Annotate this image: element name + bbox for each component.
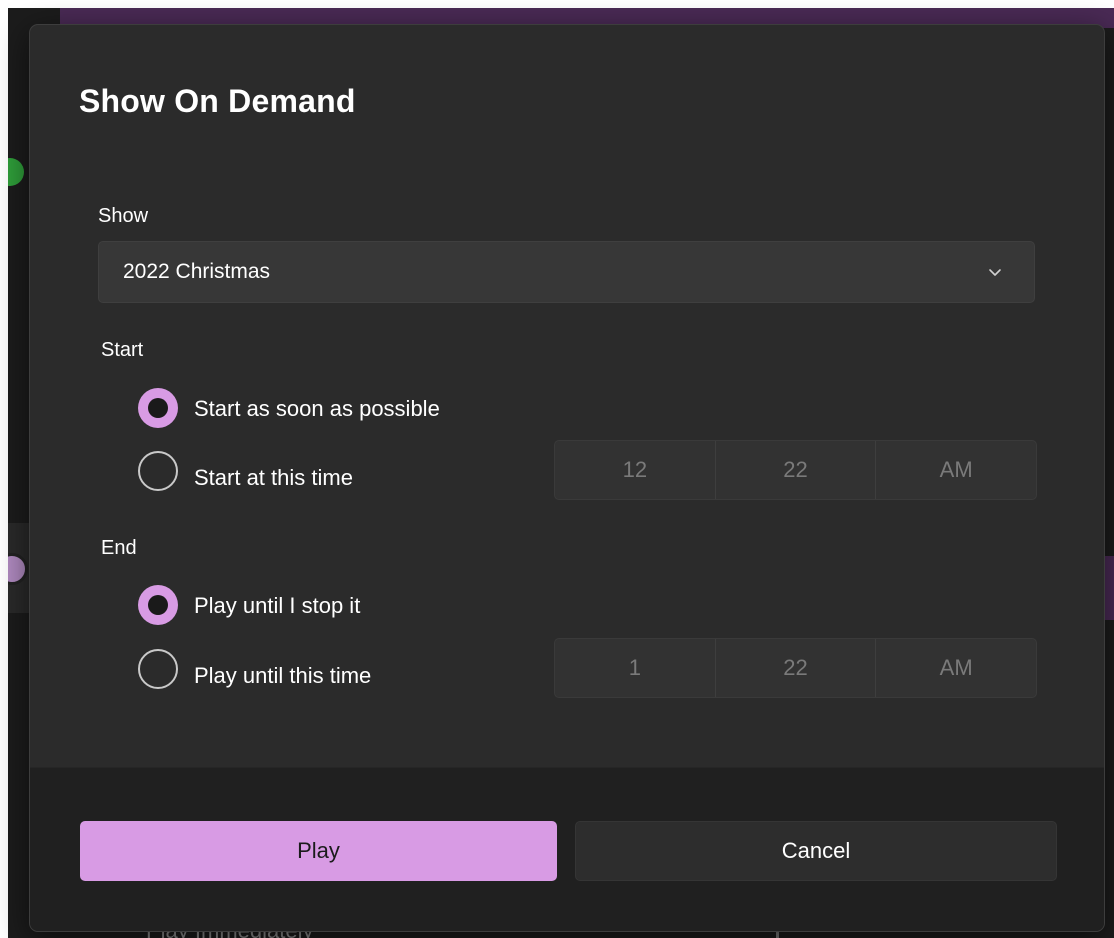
start-asap-label: Start as soon as possible bbox=[194, 396, 440, 421]
play-button[interactable]: Play bbox=[80, 821, 557, 881]
end-time-picker[interactable]: 1 22 AM bbox=[554, 638, 1037, 698]
end-minute[interactable]: 22 bbox=[714, 639, 876, 697]
radio-selected[interactable] bbox=[138, 388, 178, 428]
start-time-picker[interactable]: 12 22 AM bbox=[554, 440, 1037, 500]
start-hour[interactable]: 12 bbox=[555, 441, 715, 499]
chevron-down-icon bbox=[989, 269, 1001, 276]
end-period[interactable]: AM bbox=[875, 639, 1036, 697]
cancel-button[interactable]: Cancel bbox=[575, 821, 1057, 881]
dialog-footer: Play Cancel bbox=[30, 767, 1104, 931]
start-label: Start bbox=[101, 339, 144, 361]
end-label: End bbox=[101, 537, 137, 559]
show-select-value: 2022 Christmas bbox=[123, 260, 271, 283]
end-until-time-label: Play until this time bbox=[194, 663, 372, 688]
end-hour[interactable]: 1 bbox=[555, 639, 715, 697]
start-minute[interactable]: 22 bbox=[714, 441, 876, 499]
radio-selected[interactable] bbox=[138, 585, 178, 625]
end-until-stop-label: Play until I stop it bbox=[194, 593, 361, 618]
show-label: Show bbox=[98, 205, 149, 227]
radio-unselected[interactable] bbox=[138, 451, 178, 491]
radio-unselected[interactable] bbox=[138, 649, 178, 689]
show-select[interactable]: 2022 Christmas bbox=[98, 241, 1035, 303]
dialog-title: Show On Demand bbox=[79, 83, 356, 119]
background-status-dot bbox=[8, 158, 24, 186]
start-at-time-label: Start at this time bbox=[194, 465, 353, 490]
show-on-demand-dialog: Show On Demand Show 2022 Christmas Start… bbox=[29, 24, 1105, 932]
start-period[interactable]: AM bbox=[875, 441, 1036, 499]
